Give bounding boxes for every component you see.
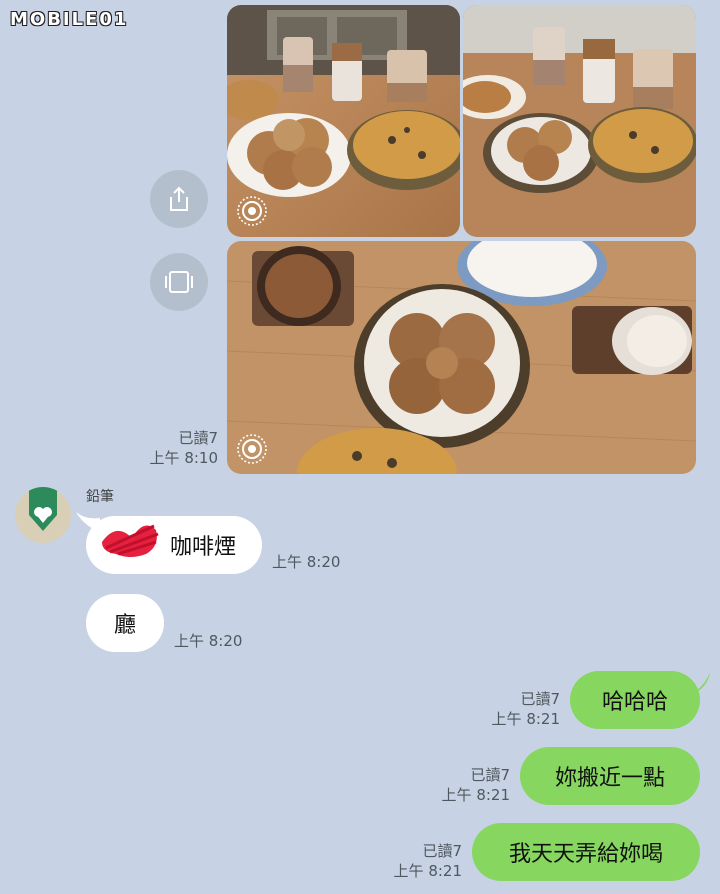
- read-count: 已讀7: [520, 690, 560, 708]
- read-count: 已讀7: [422, 842, 462, 860]
- photo-thumbnail-2[interactable]: [463, 5, 696, 237]
- message-text: 妳搬近一點: [554, 766, 665, 791]
- live-photo-icon: [237, 196, 267, 226]
- timestamp: 上午 8:21: [491, 710, 560, 728]
- outgoing-message[interactable]: 我天天弄給妳喝: [472, 823, 700, 881]
- outgoing-message[interactable]: 妳搬近一點: [520, 747, 700, 805]
- outgoing-message[interactable]: 哈哈哈: [570, 671, 700, 729]
- gallery-button[interactable]: [150, 253, 208, 311]
- message-text: 咖啡煙: [169, 535, 236, 560]
- message-text: 我天天弄給妳喝: [508, 842, 663, 867]
- share-icon: [170, 186, 188, 211]
- share-button[interactable]: [150, 170, 208, 228]
- pencil-avatar-icon: [15, 487, 71, 543]
- timestamp: 上午 8:21: [441, 786, 510, 804]
- read-count: 已讀7: [470, 766, 510, 784]
- photo-read-receipt: 已讀7 上午 8:10: [140, 428, 218, 468]
- bubble-tail: [690, 672, 710, 694]
- incoming-message[interactable]: 廳: [86, 594, 164, 652]
- sender-name: 鉛筆: [86, 489, 114, 505]
- read-receipt: 已讀7 上午 8:21: [480, 689, 560, 729]
- read-receipt: 已讀7 上午 8:21: [430, 765, 510, 805]
- photo-thumbnail-3[interactable]: [227, 241, 696, 474]
- avatar[interactable]: [15, 487, 71, 543]
- live-photo-icon: [237, 434, 267, 464]
- photo-thumbnail-1[interactable]: [227, 5, 460, 237]
- watermark-text: MOBILE01: [10, 8, 129, 30]
- timestamp: 上午 8:10: [149, 449, 218, 467]
- timestamp: 上午 8:20: [174, 632, 243, 650]
- gallery-icon: [165, 271, 193, 293]
- mobile01-watermark: MOBILE01: [10, 6, 128, 32]
- message-text: 哈哈哈: [601, 690, 668, 715]
- timestamp: 上午 8:21: [393, 862, 462, 880]
- timestamp: 上午 8:20: [272, 553, 341, 571]
- read-receipt: 已讀7 上午 8:21: [382, 841, 462, 881]
- redaction-scribble: [102, 524, 159, 557]
- message-text: 廳: [113, 613, 136, 638]
- read-count: 已讀7: [178, 429, 218, 447]
